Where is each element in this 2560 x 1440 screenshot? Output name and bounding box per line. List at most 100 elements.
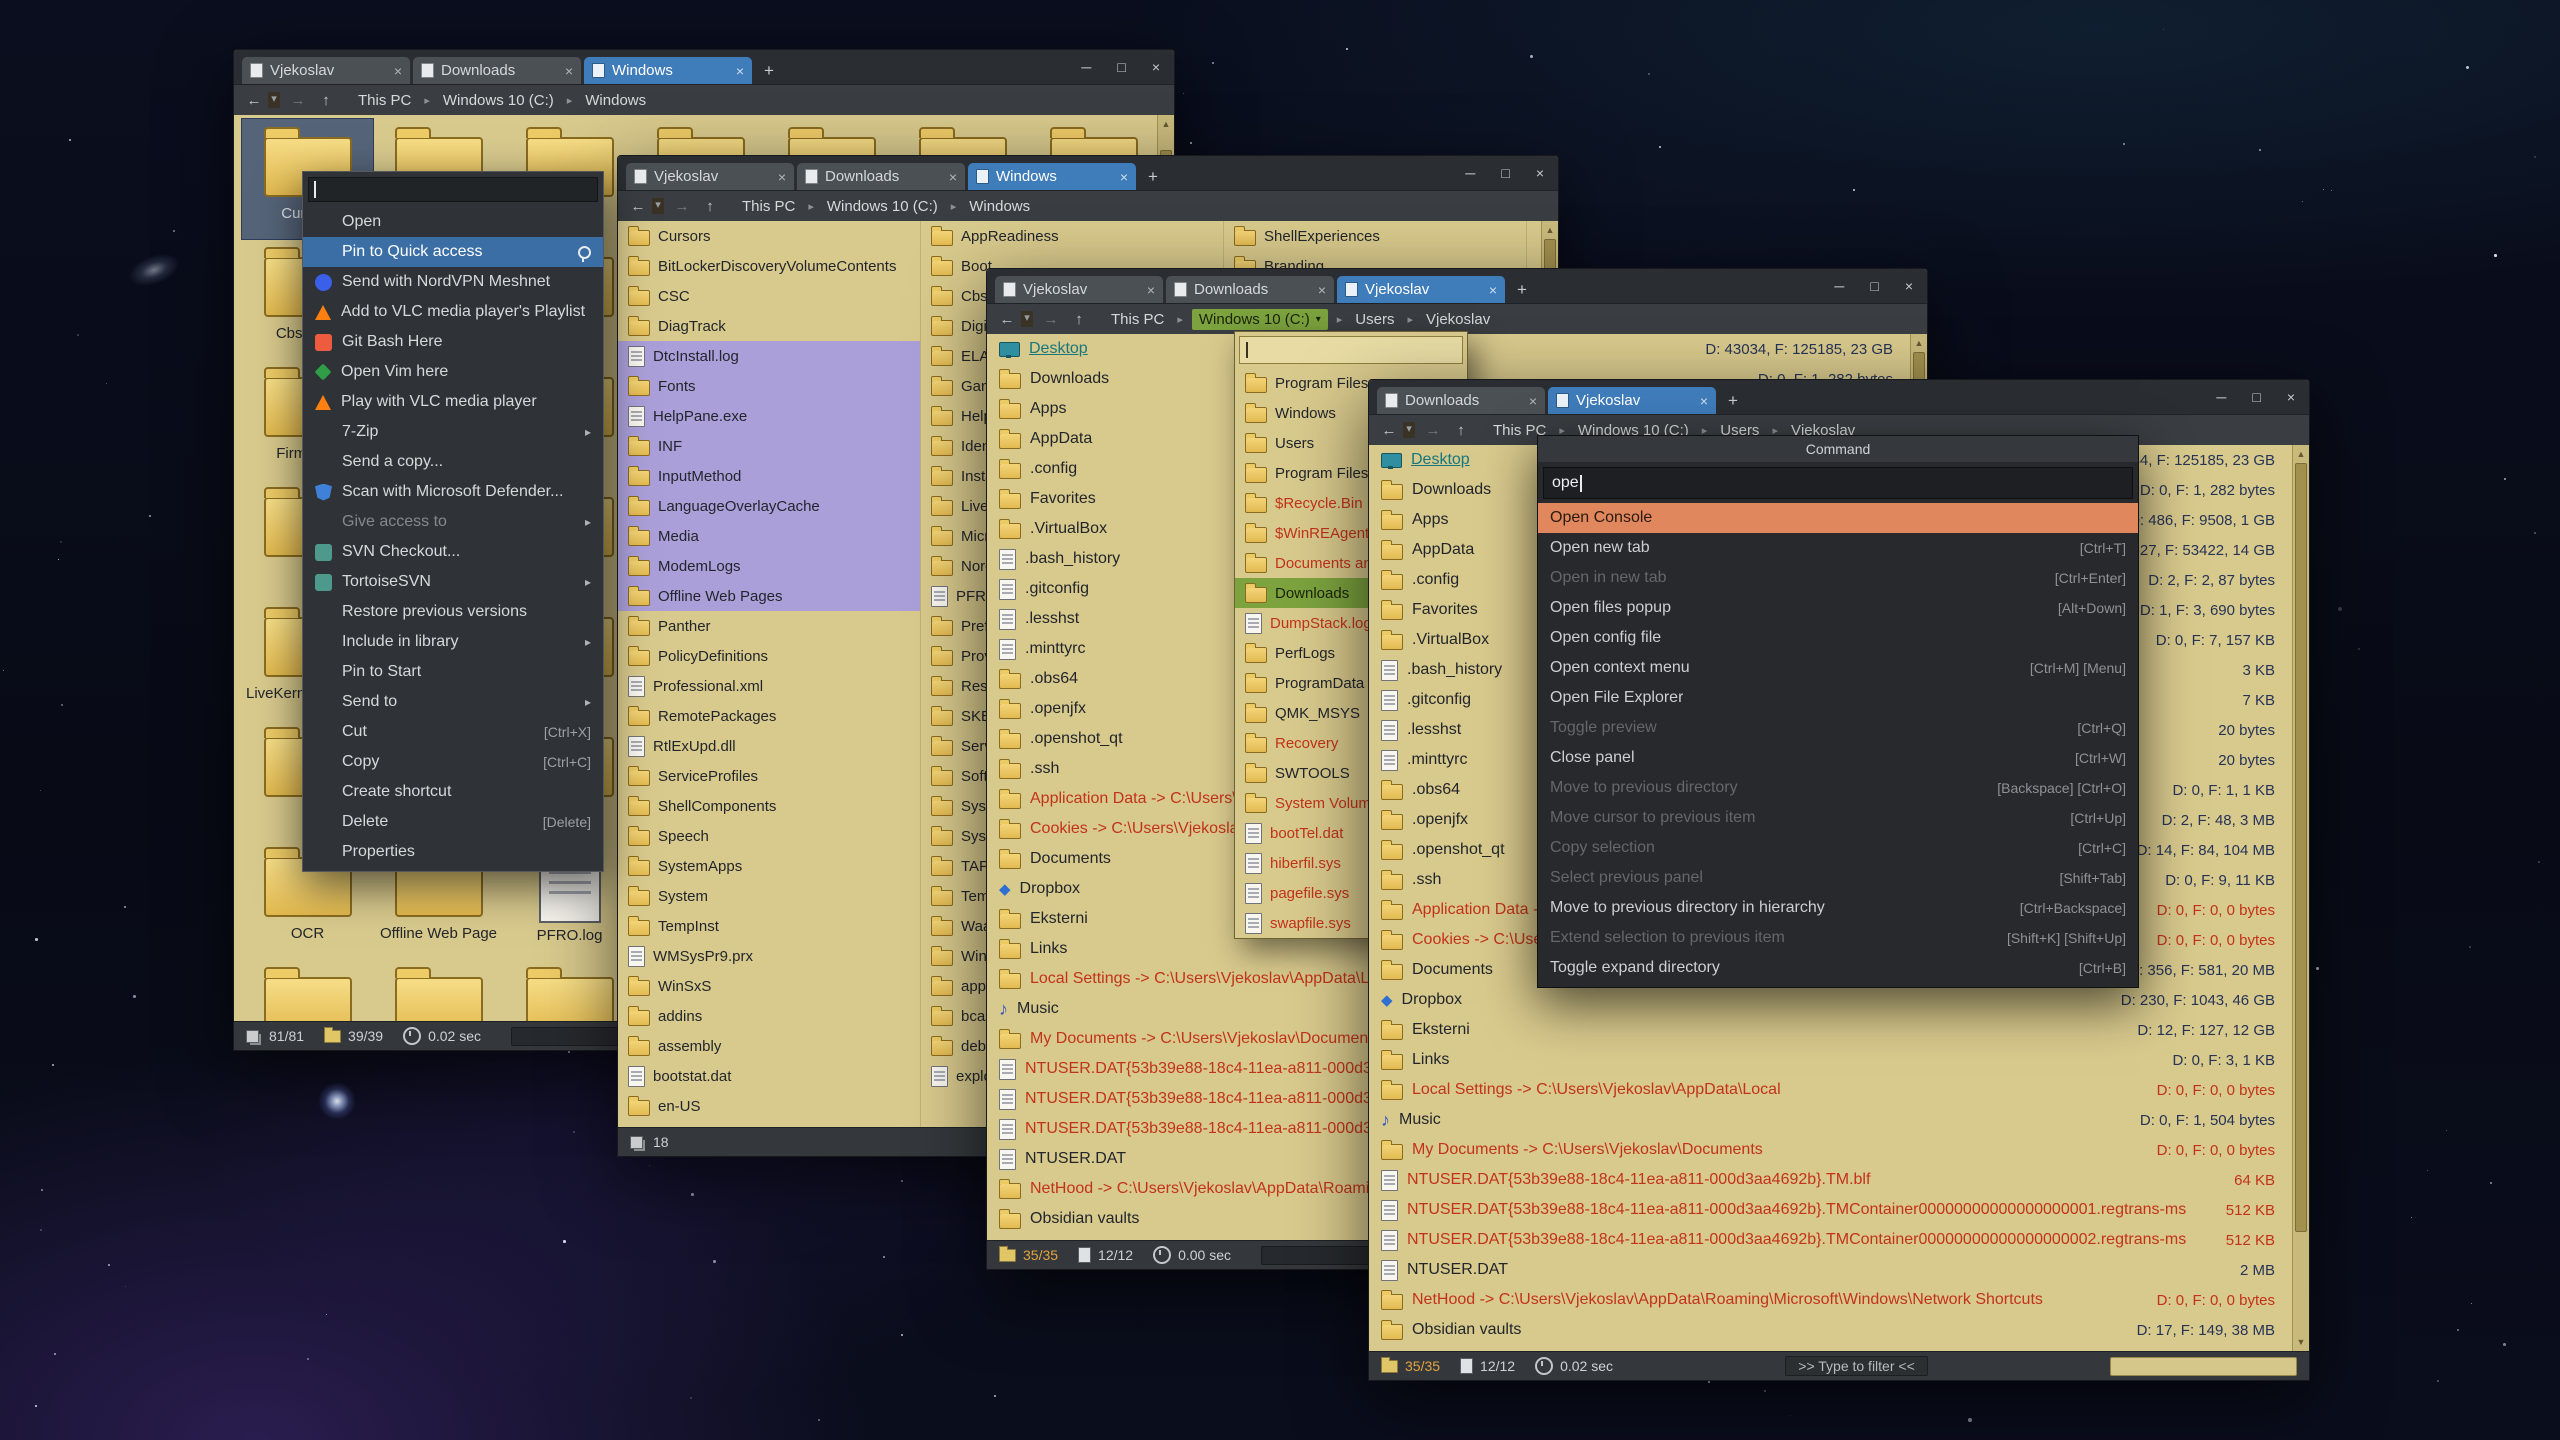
tab-close-icon[interactable]: × <box>565 63 573 79</box>
forward-button[interactable]: → <box>288 92 308 109</box>
history-dropdown-icon[interactable]: ▾ <box>268 92 280 108</box>
new-tab-button[interactable]: + <box>1719 387 1747 414</box>
menu-item-send-a-copy[interactable]: Send a copy... <box>303 447 603 477</box>
file-row-shellexperiences[interactable]: ShellExperiences <box>1224 221 1526 251</box>
file-row-bootstat-dat[interactable]: bootstat.dat <box>618 1061 920 1091</box>
file-row-professional-xml[interactable]: Professional.xml <box>618 671 920 701</box>
back-button[interactable]: ← <box>1379 422 1399 439</box>
tab-vjekoslav[interactable]: Vjekoslav× <box>242 57 410 84</box>
command-item-toggle-expand-directory[interactable]: Toggle expand directory[Ctrl+B] <box>1538 953 2138 983</box>
scroll-up-arrow-icon[interactable]: ▲ <box>1542 221 1558 239</box>
tab-downloads[interactable]: Downloads× <box>1377 387 1545 414</box>
menu-item-restore-previous-versions[interactable]: Restore previous versions <box>303 597 603 627</box>
menu-item-pin-to-start[interactable]: Pin to Start <box>303 657 603 687</box>
command-item-close-panel[interactable]: Close panel[Ctrl+W] <box>1538 743 2138 773</box>
window-maximize-button[interactable]: □ <box>1117 59 1125 75</box>
menu-item-delete[interactable]: Delete[Delete] <box>303 807 603 837</box>
scroll-up-arrow-icon[interactable]: ▲ <box>1158 115 1174 133</box>
file-row-shellcomponents[interactable]: ShellComponents <box>618 791 920 821</box>
scroll-up-arrow-icon[interactable]: ▲ <box>2293 445 2309 463</box>
window-maximize-button[interactable]: □ <box>1870 278 1878 294</box>
grid-item-prefetch[interactable]: Prefetch <box>373 959 504 1021</box>
command-item-open-config-file[interactable]: Open config file <box>1538 623 2138 653</box>
menu-item-send-to[interactable]: Send to▸ <box>303 687 603 717</box>
menu-item-create-shortcut[interactable]: Create shortcut <box>303 777 603 807</box>
scroll-up-arrow-icon[interactable]: ▲ <box>1911 334 1927 352</box>
file-row-serviceprofiles[interactable]: ServiceProfiles <box>618 761 920 791</box>
history-dropdown-icon[interactable]: ▾ <box>1021 311 1033 327</box>
dropdown-filter-input[interactable] <box>1239 336 1463 364</box>
command-item-open-in-new-tab[interactable]: Open in new tab[Ctrl+Enter] <box>1538 563 2138 593</box>
menu-item-add-to-vlc-media-player-s-playlist[interactable]: Add to VLC media player's Playlist <box>303 297 603 327</box>
file-row-wmsyspr9-prx[interactable]: WMSysPr9.prx <box>618 941 920 971</box>
file-row-systemapps[interactable]: SystemApps <box>618 851 920 881</box>
tab-vjekoslav[interactable]: Vjekoslav× <box>626 163 794 190</box>
tab-downloads[interactable]: Downloads× <box>1166 276 1334 303</box>
command-search-input[interactable]: ope <box>1543 467 2133 499</box>
back-button[interactable]: ← <box>244 92 264 109</box>
file-row-ntuser-dat-53b39e88-18c4-11ea-a811-000d3[interactable]: NTUSER.DAT{53b39e88-18c4-11ea-a811-000d3… <box>1369 1165 2309 1195</box>
breadcrumb-item-windows-10-c[interactable]: Windows 10 (C:) <box>823 196 942 217</box>
window-maximize-button[interactable]: □ <box>2252 389 2260 405</box>
breadcrumb-item-windows-10-c[interactable]: Windows 10 (C:)▾ <box>1192 309 1328 330</box>
new-tab-button[interactable]: + <box>755 57 783 84</box>
command-item-move-cursor-to-previous-item[interactable]: Move cursor to previous item[Ctrl+Up] <box>1538 803 2138 833</box>
file-row-assembly[interactable]: assembly <box>618 1031 920 1061</box>
up-button[interactable]: ↑ <box>700 198 720 215</box>
scrollbar-thumb[interactable] <box>2295 463 2307 1232</box>
file-row-bitlockerdiscoveryvolumecontents[interactable]: BitLockerDiscoveryVolumeContents <box>618 251 920 281</box>
file-row-ntuser-dat-53b39e88-18c4-11ea-a811-000d3[interactable]: NTUSER.DAT{53b39e88-18c4-11ea-a811-000d3… <box>1369 1195 2309 1225</box>
menu-item-scan-with-microsoft-defender[interactable]: Scan with Microsoft Defender... <box>303 477 603 507</box>
up-button[interactable]: ↑ <box>1069 311 1089 328</box>
tab-close-icon[interactable]: × <box>1147 282 1155 298</box>
breadcrumb-item-windows-10-c[interactable]: Windows 10 (C:) <box>439 90 558 111</box>
file-row-eksterni[interactable]: EksterniD: 12, F: 127, 12 GB <box>1369 1015 2309 1045</box>
forward-button[interactable]: → <box>1423 422 1443 439</box>
file-row-modemlogs[interactable]: ModemLogs <box>618 551 920 581</box>
menu-item-tortoisesvn[interactable]: TortoiseSVN▸ <box>303 567 603 597</box>
file-row-winsxs[interactable]: WinSxS <box>618 971 920 1001</box>
tab-close-icon[interactable]: × <box>736 63 744 79</box>
command-item-open-console[interactable]: Open Console <box>1538 503 2138 533</box>
file-row-policydefinitions[interactable]: PolicyDefinitions <box>618 641 920 671</box>
file-row-panther[interactable]: Panther <box>618 611 920 641</box>
breadcrumb-item-windows[interactable]: Windows <box>965 196 1034 217</box>
menu-item-pin-to-quick-access[interactable]: Pin to Quick access <box>303 237 603 267</box>
breadcrumb-item-users[interactable]: Users <box>1351 309 1398 330</box>
tab-close-icon[interactable]: × <box>949 169 957 185</box>
file-row-nethood-c-users-vjekoslav-appdata-roamin[interactable]: NetHood -> C:\Users\Vjekoslav\AppData\Ro… <box>1369 1285 2309 1315</box>
menu-item-give-access-to[interactable]: Give access to▸ <box>303 507 603 537</box>
history-dropdown-icon[interactable]: ▾ <box>652 198 664 214</box>
command-item-open-context-menu[interactable]: Open context menu[Ctrl+M] [Menu] <box>1538 653 2138 683</box>
window-close-button[interactable]: × <box>1152 59 1160 75</box>
file-row-addins[interactable]: addins <box>618 1001 920 1031</box>
window-minimize-button[interactable]: ─ <box>1081 59 1091 75</box>
file-row-my-documents-c-users-vjekoslav-documents[interactable]: My Documents -> C:\Users\Vjekoslav\Docum… <box>1369 1135 2309 1165</box>
file-row-tempinst[interactable]: TempInst <box>618 911 920 941</box>
breadcrumb-item-windows[interactable]: Windows <box>581 90 650 111</box>
file-row-helppane-exe[interactable]: HelpPane.exe <box>618 401 920 431</box>
breadcrumb-item-vjekoslav[interactable]: Vjekoslav <box>1422 309 1494 330</box>
tab-close-icon[interactable]: × <box>1318 282 1326 298</box>
command-item-move-to-previous-directory[interactable]: Move to previous directory[Backspace] [C… <box>1538 773 2138 803</box>
up-button[interactable]: ↑ <box>1451 422 1471 439</box>
back-button[interactable]: ← <box>628 198 648 215</box>
tab-downloads[interactable]: Downloads× <box>797 163 965 190</box>
new-tab-button[interactable]: + <box>1139 163 1167 190</box>
context-menu-filter-input[interactable] <box>308 177 598 202</box>
command-item-open-new-tab[interactable]: Open new tab[Ctrl+T] <box>1538 533 2138 563</box>
tab-windows[interactable]: Windows× <box>968 163 1136 190</box>
command-item-select-previous-panel[interactable]: Select previous panel[Shift+Tab] <box>1538 863 2138 893</box>
window-minimize-button[interactable]: ─ <box>1834 278 1844 294</box>
file-row-rtlexupd-dll[interactable]: RtlExUpd.dll <box>618 731 920 761</box>
window-maximize-button[interactable]: □ <box>1501 165 1509 181</box>
breadcrumb-item-this-pc[interactable]: This PC <box>1107 309 1168 330</box>
command-item-extend-selection-to-previous-item[interactable]: Extend selection to previous item[Shift+… <box>1538 923 2138 953</box>
file-row-dtcinstall-log[interactable]: DtcInstall.log <box>618 341 920 371</box>
file-row-inputmethod[interactable]: InputMethod <box>618 461 920 491</box>
menu-item-open-vim-here[interactable]: Open Vim here <box>303 357 603 387</box>
tab-downloads[interactable]: Downloads× <box>413 57 581 84</box>
menu-item-play-with-vlc-media-player[interactable]: Play with VLC media player <box>303 387 603 417</box>
scroll-down-arrow-icon[interactable]: ▼ <box>2293 1333 2309 1351</box>
tab-close-icon[interactable]: × <box>1529 393 1537 409</box>
